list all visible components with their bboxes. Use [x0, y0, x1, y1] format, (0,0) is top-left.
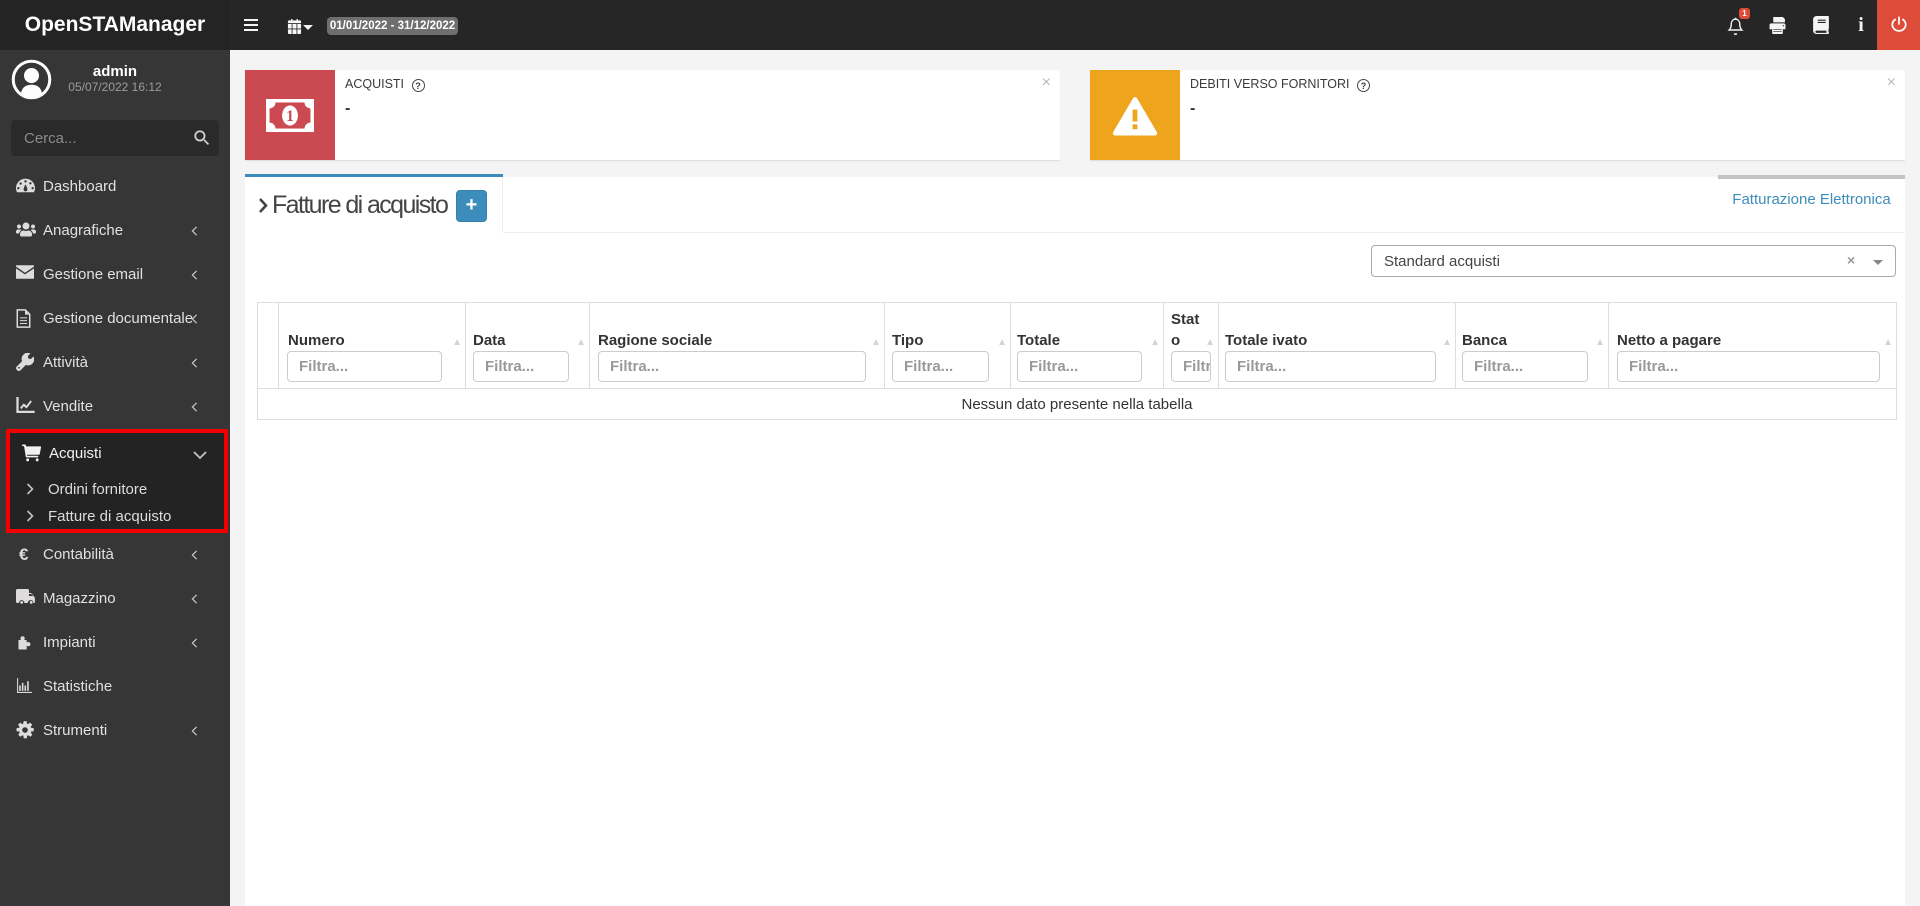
- svg-text:1: 1: [286, 108, 294, 125]
